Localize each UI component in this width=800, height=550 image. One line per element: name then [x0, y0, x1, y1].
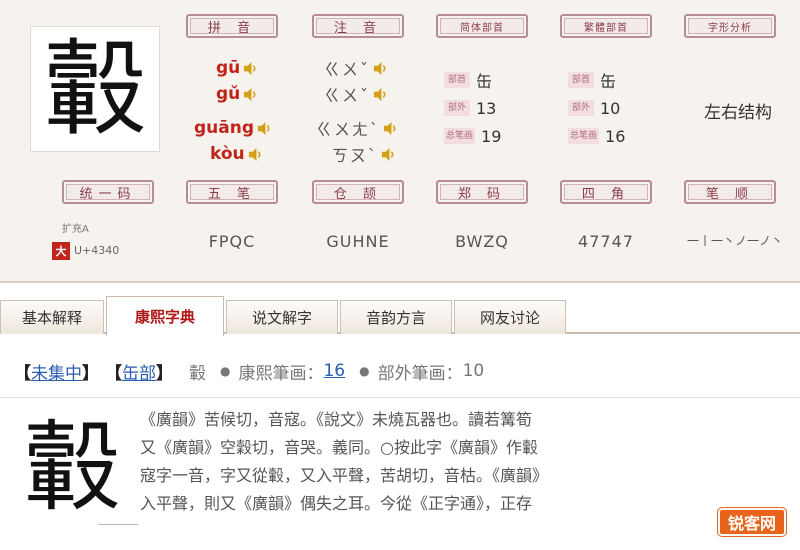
pinyin-text: guāng [194, 118, 255, 138]
zhengma-label: 郑 码 [436, 180, 528, 204]
unicode-codepoint: U+4340 [74, 244, 120, 257]
cangjie-value: GUHNE [326, 232, 390, 251]
collection-link[interactable]: 未集中 [31, 359, 82, 384]
pinyin-reading: gū [216, 56, 258, 80]
zhuyin-reading: ㄎㄡˋ [332, 142, 396, 166]
tab-kangxi-dictionary[interactable]: 康熙字典 [106, 296, 224, 336]
stroke-order-value: 一丨一丶ノ一ノ丶 [686, 234, 783, 248]
pinyin-reading: guāng [194, 116, 272, 140]
zhuyin-text: ㄍㄨˇ [324, 60, 371, 79]
unicode-info: 扩充A 大 U+4340 [48, 214, 158, 264]
total-strokes-value: 16 [605, 126, 626, 146]
traditional-outer-strokes: 部外 10 [568, 96, 620, 120]
outer-strokes-tag: 部外 [568, 100, 594, 116]
wubi-label: 五 笔 [186, 180, 278, 204]
outer-strokes-label: 部外筆画： [377, 363, 463, 384]
radical-link[interactable]: 缶部 [122, 359, 156, 384]
definition-line: 《廣韻》苦候切，音寇。《說文》未燒瓦器也。讀若篝筍 [140, 410, 533, 429]
definition-line: 寇字一音，字又從轂，又入平聲，苦胡切，音枯。《廣韻》 [140, 466, 549, 485]
kangxi-strokes-link[interactable]: 16 [323, 361, 345, 381]
bracket: 【 [14, 363, 31, 384]
outer-strokes-value: 13 [476, 98, 497, 118]
speaker-icon[interactable] [243, 87, 258, 102]
speaker-icon[interactable] [243, 61, 258, 76]
bullet-icon: ● [220, 364, 231, 378]
zhuyin-reading: ㄍㄨˇ [324, 82, 388, 106]
unicode-extension: 扩充A [62, 224, 89, 235]
pinyin-text: kòu [210, 144, 245, 164]
kangxi-entry-header: 【未集中】 【缶部】 轂 ● 康熙筆画： 16 ● 部外筆画： 10 [14, 356, 484, 386]
pinyin-text: gǔ [216, 84, 241, 104]
zhuyin-reading: ㄍㄨˇ [324, 56, 388, 80]
kangxi-definition-text: 《廣韻》苦候切，音寇。《說文》未燒瓦器也。讀若篝筍 又《廣韻》空穀切，音哭。義同… [140, 406, 800, 518]
pinyin-label: 拼 音 [186, 14, 278, 38]
tab-bar: 基本解释 康熙字典 说文解字 音韵方言 网友讨论 [0, 296, 800, 336]
zhuyin-text: ㄎㄡˋ [332, 146, 379, 165]
radical-value: 缶 [476, 72, 493, 91]
divider [0, 397, 800, 398]
bracket: 】 [156, 363, 173, 384]
tab-user-discussion[interactable]: 网友讨论 [454, 300, 566, 334]
definition-line: 又《廣韻》空穀切，音哭。義同。○按此字《廣韻》作轂 [140, 438, 538, 457]
speaker-icon[interactable] [257, 121, 272, 136]
entry-character: 轂 [189, 363, 206, 384]
speaker-icon[interactable] [248, 147, 263, 162]
simplified-total-strokes: 总笔画 19 [444, 124, 501, 148]
radical-tag: 部首 [568, 72, 594, 88]
radical-tag: 部首 [444, 72, 470, 88]
character-info-panel: 轂 拼 音 注 音 简体部首 繁體部首 字形分析 gū gǔ guāng kòu… [0, 0, 800, 283]
zhuyin-label: 注 音 [312, 14, 404, 38]
bracket: 【 [105, 363, 122, 384]
site-watermark: 锐客网 [717, 508, 786, 536]
unicode-badge-icon[interactable]: 大 [52, 242, 70, 260]
total-strokes-tag: 总笔画 [568, 128, 600, 144]
traditional-radical: 部首 缶 [568, 68, 616, 92]
radical-value: 缶 [600, 72, 617, 91]
definition-line: 入平聲，則又《廣韻》偶失之耳。今從《正字通》，正存 [140, 494, 533, 513]
stroke-order-label: 笔 顺 [684, 180, 776, 204]
speaker-icon[interactable] [373, 87, 388, 102]
wubi-value: FPQC [208, 232, 256, 251]
structure-analysis-label: 字形分析 [684, 14, 776, 38]
speaker-icon[interactable] [373, 61, 388, 76]
speaker-icon[interactable] [381, 147, 396, 162]
simplified-radical: 部首 缶 [444, 68, 492, 92]
pinyin-reading: gǔ [216, 82, 258, 106]
zhuyin-text: ㄍㄨㄤˋ [316, 120, 381, 139]
pinyin-reading: kòu [210, 142, 263, 166]
outer-strokes-value: 10 [600, 98, 621, 118]
traditional-radical-label: 繁體部首 [560, 14, 652, 38]
divider [98, 524, 138, 525]
bullet-icon: ● [359, 364, 370, 378]
tab-basic-definition[interactable]: 基本解释 [0, 300, 104, 334]
outer-strokes-value: 10 [462, 361, 485, 381]
sijiao-value: 47747 [578, 232, 634, 251]
speaker-icon[interactable] [383, 121, 398, 136]
total-strokes-value: 19 [481, 126, 502, 146]
bracket: 】 [82, 363, 99, 384]
unicode-label: 统一码 [62, 180, 154, 204]
simplified-radical-label: 简体部首 [436, 14, 528, 38]
pinyin-text: gū [216, 58, 241, 78]
total-strokes-tag: 总笔画 [444, 128, 476, 144]
kangxi-strokes-label: 康熙筆画： [238, 363, 324, 384]
structure-value: 左右结构 [704, 103, 772, 123]
character-glyph: 轂 [42, 28, 147, 150]
kangxi-character-image: 轂 [22, 411, 121, 525]
zhengma-value: BWZQ [455, 232, 509, 251]
simplified-outer-strokes: 部外 13 [444, 96, 496, 120]
sijiao-label: 四 角 [560, 180, 652, 204]
tab-phonology-dialect[interactable]: 音韵方言 [340, 300, 452, 334]
tab-shuowen[interactable]: 说文解字 [226, 300, 338, 334]
outer-strokes-tag: 部外 [444, 100, 470, 116]
zhuyin-reading: ㄍㄨㄤˋ [316, 116, 398, 140]
character-display: 轂 [30, 26, 160, 152]
zhuyin-text: ㄍㄨˇ [324, 86, 371, 105]
cangjie-label: 仓 颉 [312, 180, 404, 204]
traditional-total-strokes: 总笔画 16 [568, 124, 625, 148]
